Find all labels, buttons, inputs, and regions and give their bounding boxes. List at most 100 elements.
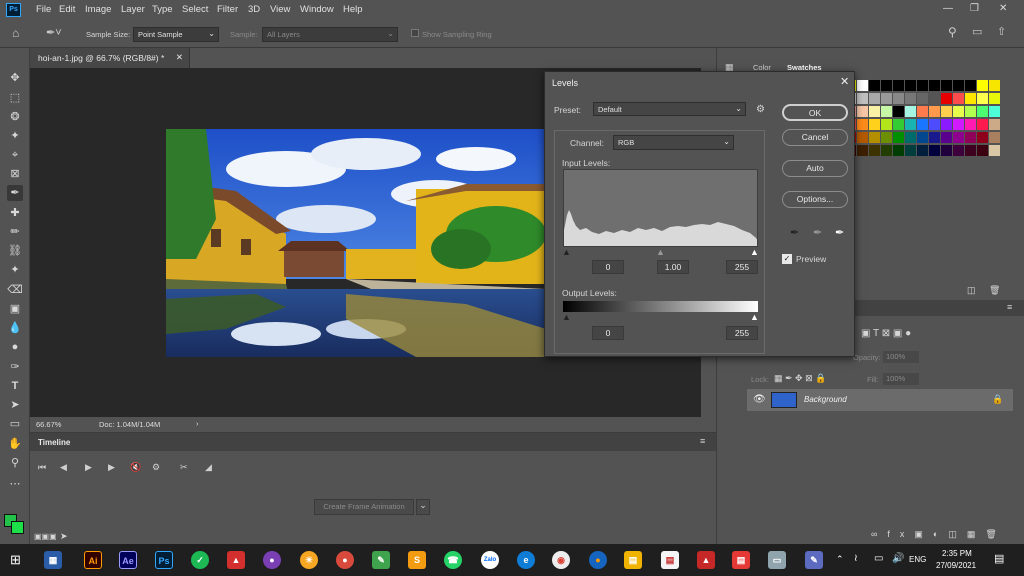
color-swatch[interactable] <box>857 132 868 143</box>
blur-tool-icon[interactable]: 💧 <box>7 320 23 336</box>
preset-select[interactable]: Default ⌄ <box>593 102 746 116</box>
workspace-icon[interactable]: ▭ <box>972 25 982 38</box>
color-swatch[interactable] <box>857 106 868 117</box>
sample-select[interactable]: All Layers ⌄ <box>262 27 398 42</box>
color-swatch[interactable] <box>977 132 988 143</box>
weather-icon[interactable]: ☀ <box>300 551 318 569</box>
color-swatch[interactable] <box>905 119 916 130</box>
wifi-icon[interactable]: ≀ <box>854 553 858 564</box>
preview-checkbox[interactable]: ✓ <box>782 254 792 264</box>
document-image[interactable] <box>166 129 546 357</box>
marquee-tool-icon[interactable]: ⬚ <box>7 90 23 106</box>
pdf-reader-icon[interactable]: ▲ <box>227 551 245 569</box>
input-black-field[interactable]: 0 <box>592 260 624 274</box>
color-swatch[interactable] <box>893 93 904 104</box>
chrome-icon[interactable]: ◉ <box>552 551 570 569</box>
minimize-icon[interactable]: — <box>943 3 953 14</box>
color-swatch[interactable] <box>989 145 1000 156</box>
swatches-grid[interactable] <box>845 80 1000 190</box>
color-swatch[interactable] <box>977 119 988 130</box>
fill-field[interactable]: 100% <box>883 373 919 385</box>
color-swatch[interactable] <box>857 93 868 104</box>
lasso-tool-icon[interactable]: ❂ <box>7 109 23 125</box>
color-swatch[interactable] <box>989 106 1000 117</box>
menu-image[interactable]: Image <box>85 4 111 15</box>
healing-brush-tool-icon[interactable]: ✚ <box>7 205 23 221</box>
preset-options-icon[interactable]: ⚙ <box>756 104 765 115</box>
zoom-level[interactable]: 66.67% <box>36 420 61 429</box>
gradient-tool-icon[interactable]: ▣ <box>7 301 23 317</box>
new-group-icon[interactable]: ◫ <box>967 285 976 296</box>
color-swatch[interactable] <box>869 145 880 156</box>
eye-icon[interactable]: 👁 <box>753 394 766 405</box>
color-swatch[interactable] <box>977 106 988 117</box>
color-swatch[interactable] <box>881 106 892 117</box>
more-tools-icon[interactable]: ⋯ <box>7 476 23 492</box>
color-swatch[interactable] <box>905 132 916 143</box>
computer-icon[interactable]: ▭ <box>768 551 786 569</box>
color-swatch[interactable] <box>857 119 868 130</box>
volume-icon[interactable]: 🔊 <box>892 553 904 564</box>
path-selection-tool-icon[interactable]: ➤ <box>7 397 23 413</box>
sublime-icon[interactable]: S <box>408 551 426 569</box>
color-swatch[interactable] <box>917 119 928 130</box>
layer-name[interactable]: Background <box>804 395 847 404</box>
color-swatch[interactable] <box>941 119 952 130</box>
output-white-field[interactable]: 255 <box>726 326 758 340</box>
panel-menu-icon[interactable]: ≡ <box>700 436 705 446</box>
color-swatch[interactable] <box>965 80 976 91</box>
language-indicator[interactable]: ENG <box>909 555 926 564</box>
menu-file[interactable]: File <box>36 4 51 15</box>
crop-tool-icon[interactable]: ⌖ <box>7 147 23 163</box>
menu-layer[interactable]: Layer <box>121 4 145 15</box>
color-swatch[interactable] <box>857 80 868 91</box>
close-icon[interactable]: ✕ <box>999 3 1007 14</box>
lock-icons[interactable]: ▦ ✒ ✥ ⊠ 🔒 <box>774 373 826 384</box>
output-black-field[interactable]: 0 <box>592 326 624 340</box>
frame-tool-icon[interactable]: ⊠ <box>7 166 23 182</box>
sample-size-select[interactable]: Point Sample ⌄ <box>133 27 219 42</box>
color-swatch[interactable] <box>881 145 892 156</box>
color-swatch[interactable] <box>977 80 988 91</box>
color-swatch[interactable] <box>953 119 964 130</box>
menu-type[interactable]: Type <box>152 4 173 15</box>
split-icon[interactable]: ✂ <box>180 462 188 473</box>
color-swatch[interactable] <box>869 132 880 143</box>
whatsapp-icon[interactable]: ☎ <box>444 551 462 569</box>
cancel-button[interactable]: Cancel <box>782 129 848 146</box>
after-effects-icon[interactable]: Ae <box>119 551 137 569</box>
menu-view[interactable]: View <box>270 4 290 15</box>
illustrator-icon[interactable]: Ai <box>84 551 102 569</box>
color-swatch[interactable] <box>929 132 940 143</box>
color-swatch[interactable] <box>941 80 952 91</box>
color-swatch[interactable] <box>989 93 1000 104</box>
color-swatch[interactable] <box>893 119 904 130</box>
firefox-icon[interactable]: ● <box>589 551 607 569</box>
color-swatch[interactable] <box>881 119 892 130</box>
color-swatch[interactable] <box>893 145 904 156</box>
search-icon[interactable]: ⚲ <box>948 25 957 39</box>
color-swatch[interactable] <box>989 80 1000 91</box>
hand-tool-icon[interactable]: ✋ <box>7 436 23 452</box>
app-icon-red-2[interactable]: ▲ <box>697 551 715 569</box>
channel-select[interactable]: RGB ⌄ <box>613 135 734 150</box>
color-swatch[interactable] <box>941 106 952 117</box>
dodge-tool-icon[interactable]: ● <box>7 339 23 355</box>
color-swatch[interactable] <box>917 132 928 143</box>
delete-swatch-icon[interactable]: 🗑 <box>989 285 1000 296</box>
eyedropper-tool-icon[interactable]: ✒ <box>7 185 23 201</box>
photoshop-taskbar-icon[interactable]: Ps <box>155 551 173 569</box>
create-frame-animation-button[interactable]: Create Frame Animation <box>314 499 414 515</box>
menu-edit[interactable]: Edit <box>59 4 75 15</box>
panel-menu-icon[interactable]: ≡ <box>1007 302 1012 312</box>
color-swatch[interactable] <box>989 119 1000 130</box>
color-swatch[interactable] <box>893 106 904 117</box>
white-eyedropper-icon[interactable]: ✒ <box>835 226 844 239</box>
layer-action-icons[interactable]: ∞fx▣◐◫▦🗑 <box>871 529 1007 540</box>
color-swatch[interactable] <box>905 106 916 117</box>
color-swatch[interactable] <box>953 80 964 91</box>
options-button[interactable]: Options... <box>782 191 848 208</box>
app-icon-blue[interactable]: ✎ <box>805 551 823 569</box>
menu-select[interactable]: Select <box>182 4 208 15</box>
clone-stamp-tool-icon[interactable]: ⛓ <box>7 243 23 259</box>
